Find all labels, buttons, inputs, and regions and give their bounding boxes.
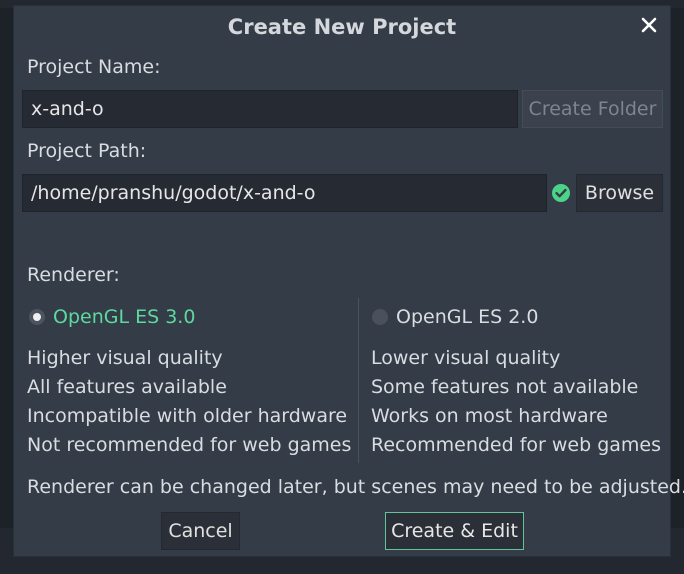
renderer-note: Renderer can be changed later, but scene… — [27, 476, 684, 498]
project-name-label: Project Name: — [27, 56, 161, 78]
check-circle-icon — [552, 184, 570, 202]
project-path-input[interactable]: /home/pranshu/godot/x-and-o — [22, 174, 547, 212]
dialog-title: Create New Project — [227, 15, 457, 39]
es2-feature-2: Some features not available — [371, 376, 639, 398]
close-button[interactable] — [636, 12, 662, 38]
create-edit-button[interactable]: Create & Edit — [385, 512, 524, 550]
create-project-dialog: Create New Project Project Name: x-and-o… — [13, 5, 684, 557]
project-path-label: Project Path: — [27, 140, 147, 162]
radio-unselected-icon — [372, 309, 388, 325]
radio-opengl-es2-label: OpenGL ES 2.0 — [396, 306, 539, 328]
renderer-divider — [358, 298, 359, 463]
radio-opengl-es2[interactable]: OpenGL ES 2.0 — [372, 306, 538, 328]
es3-feature-3: Incompatible with older hardware — [27, 405, 348, 427]
es3-feature-1: Higher visual quality — [27, 347, 223, 369]
es3-feature-2: All features available — [27, 376, 227, 398]
es2-feature-3: Works on most hardware — [371, 405, 608, 427]
create-folder-button[interactable]: Create Folder — [522, 90, 663, 128]
browse-button[interactable]: Browse — [576, 174, 663, 212]
renderer-label: Renderer: — [27, 264, 120, 286]
es2-feature-4: Recommended for web games — [371, 434, 662, 456]
close-icon — [641, 17, 657, 33]
project-name-input[interactable]: x-and-o — [22, 90, 518, 128]
es3-feature-4: Not recommended for web games — [27, 434, 352, 456]
radio-opengl-es3-label: OpenGL ES 3.0 — [53, 306, 196, 328]
radio-selected-icon — [29, 309, 45, 325]
es2-feature-1: Lower visual quality — [371, 347, 561, 369]
cancel-button[interactable]: Cancel — [161, 512, 240, 550]
radio-opengl-es3[interactable]: OpenGL ES 3.0 — [29, 306, 195, 328]
